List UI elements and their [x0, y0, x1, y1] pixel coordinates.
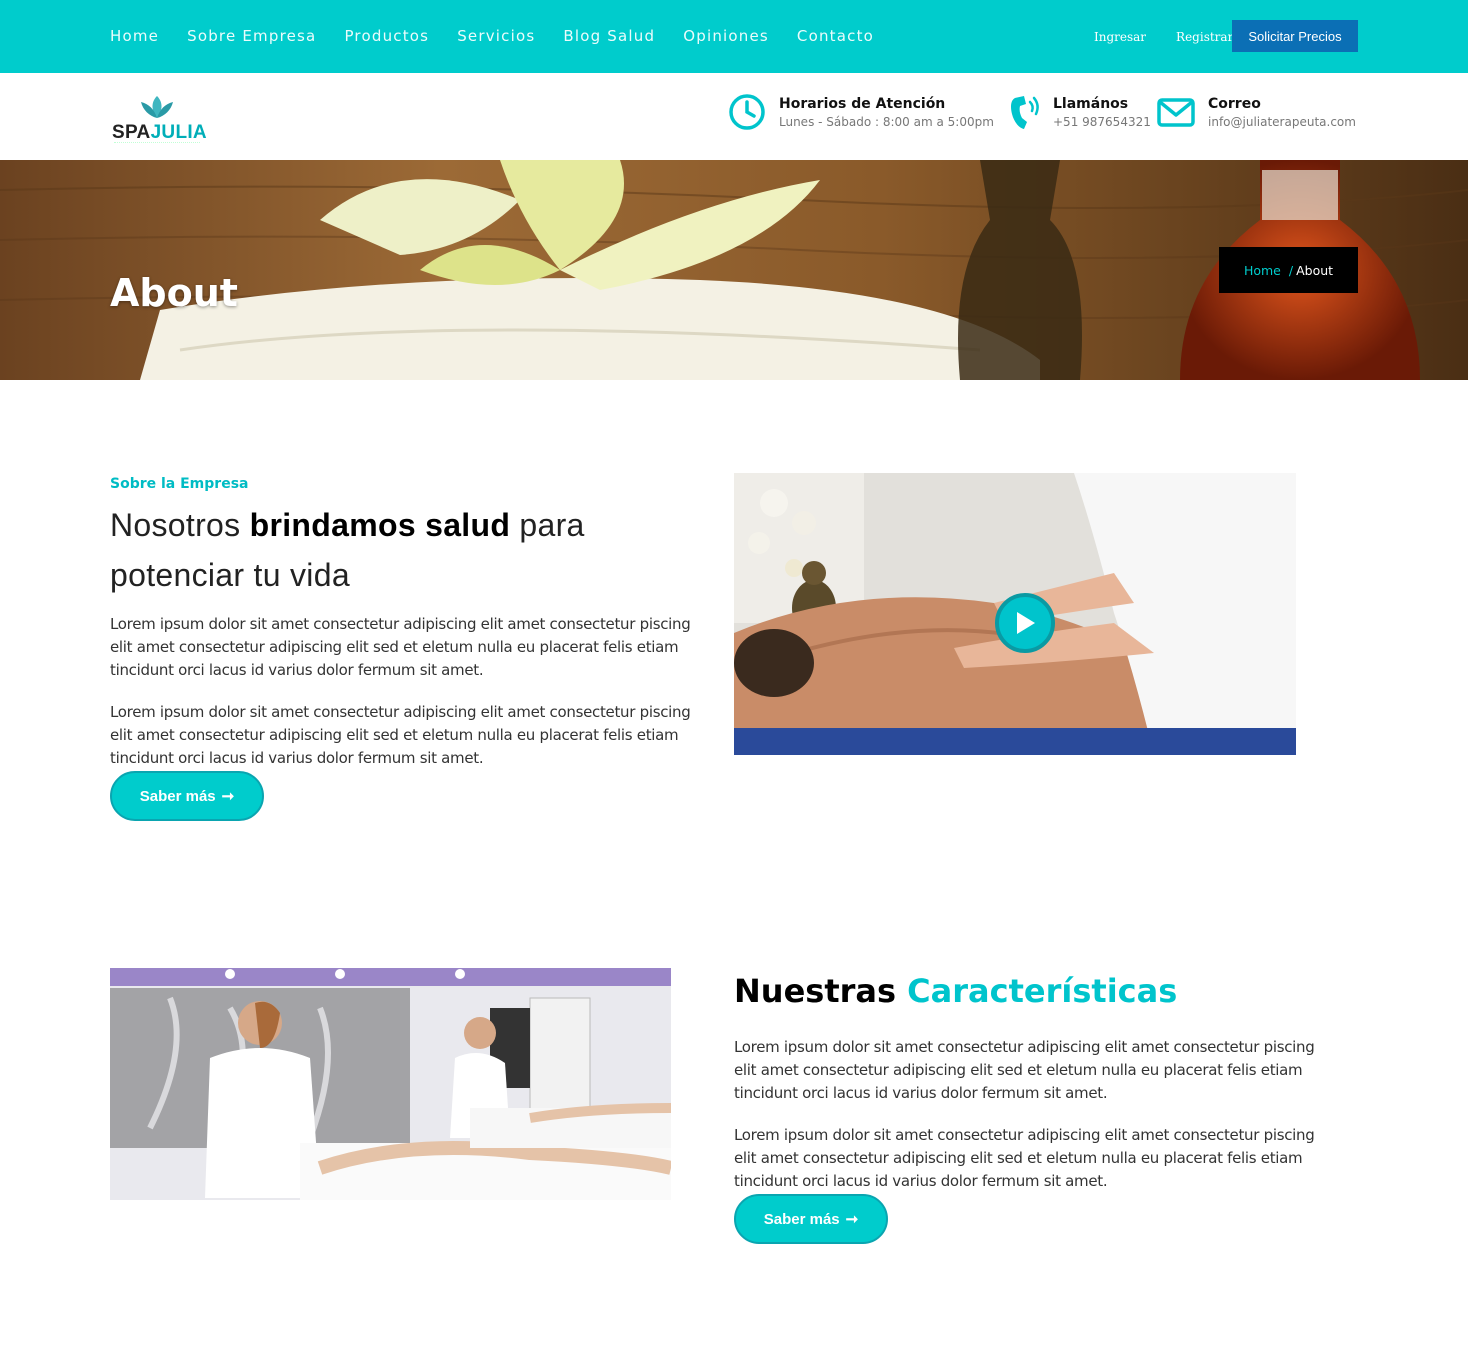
video-play-button[interactable] — [995, 593, 1055, 653]
about-heading: Nosotros brindamos salud para potenciar … — [110, 500, 710, 600]
features-heading-pre: Nuestras — [734, 972, 908, 1010]
nav-sobre-empresa[interactable]: Sobre Empresa — [187, 27, 316, 45]
envelope-icon — [1157, 98, 1195, 127]
call-info: Llamános +51 987654321 — [1007, 92, 1151, 132]
features-heading: Nuestras Características — [734, 972, 1177, 1010]
about-paragraph-2: Lorem ipsum dolor sit amet consectetur a… — [110, 703, 691, 767]
features-learn-more-button[interactable]: Saber más ➞ — [734, 1194, 888, 1244]
features-learn-more-label: Saber más — [763, 1210, 840, 1228]
spa-room-image — [110, 968, 671, 1235]
lotus-icon — [141, 96, 173, 118]
mail-address[interactable]: info@juliaterapeuta.com — [1208, 115, 1356, 129]
logo-tagline-decoration — [114, 142, 200, 145]
logo[interactable]: SPAJULIA — [112, 94, 207, 146]
logo-spa: SPA — [112, 122, 151, 143]
hours-title: Horarios de Atención — [779, 96, 946, 112]
top-navbar: Home Sobre Empresa Productos Servicios B… — [0, 0, 1468, 73]
play-icon — [1017, 612, 1035, 634]
breadcrumb: Home / About — [1219, 247, 1358, 293]
breadcrumb-home-link[interactable]: Home — [1244, 263, 1281, 278]
register-link[interactable]: Registrar — [1176, 30, 1233, 44]
logo-julia: JULIA — [150, 122, 207, 143]
mail-info: Correo info@juliaterapeuta.com — [1156, 92, 1356, 132]
nav-opiniones[interactable]: Opiniones — [683, 27, 769, 45]
about-heading-bold: brindamos salud — [249, 507, 511, 543]
page-title: About — [110, 271, 238, 316]
main-nav: Home Sobre Empresa Productos Servicios B… — [110, 27, 902, 45]
nav-home[interactable]: Home — [110, 27, 159, 45]
about-heading-pre: Nosotros — [110, 507, 250, 543]
hero-banner: About Home / About — [0, 160, 1468, 380]
call-number[interactable]: +51 987654321 — [1053, 115, 1151, 129]
logo-text: SPAJULIA — [112, 122, 207, 144]
nav-servicios[interactable]: Servicios — [457, 27, 535, 45]
arrow-right-icon: ➞ — [845, 1211, 859, 1228]
mail-title: Correo — [1208, 96, 1261, 112]
section-eyebrow: Sobre la Empresa — [110, 476, 249, 492]
about-learn-more-button[interactable]: Saber más ➞ — [110, 771, 264, 821]
nav-contacto[interactable]: Contacto — [797, 27, 874, 45]
clock-icon — [729, 94, 765, 130]
breadcrumb-separator: / — [1288, 262, 1294, 278]
features-paragraph-1: Lorem ipsum dolor sit amet consectetur a… — [734, 1038, 1315, 1102]
arrow-right-icon: ➞ — [221, 788, 235, 805]
spa-treatment-photo — [110, 968, 671, 1235]
hours-text: Lunes - Sábado : 8:00 am a 5:00pm — [779, 115, 994, 129]
nav-productos[interactable]: Productos — [344, 27, 429, 45]
call-title: Llamános — [1053, 96, 1129, 112]
breadcrumb-current: About — [1296, 262, 1334, 278]
login-link[interactable]: Ingresar — [1094, 30, 1146, 44]
features-heading-accent: Características — [907, 972, 1178, 1010]
hours-info: Horarios de Atención Lunes - Sábado : 8:… — [727, 92, 994, 132]
nav-blog-salud[interactable]: Blog Salud — [563, 27, 655, 45]
about-paragraph-1: Lorem ipsum dolor sit amet consectetur a… — [110, 615, 691, 679]
request-quote-button[interactable]: Solicitar Precios — [1232, 20, 1358, 52]
about-learn-more-label: Saber más — [139, 787, 216, 805]
phone-icon — [1011, 96, 1039, 129]
features-paragraph-2: Lorem ipsum dolor sit amet consectetur a… — [734, 1126, 1315, 1190]
